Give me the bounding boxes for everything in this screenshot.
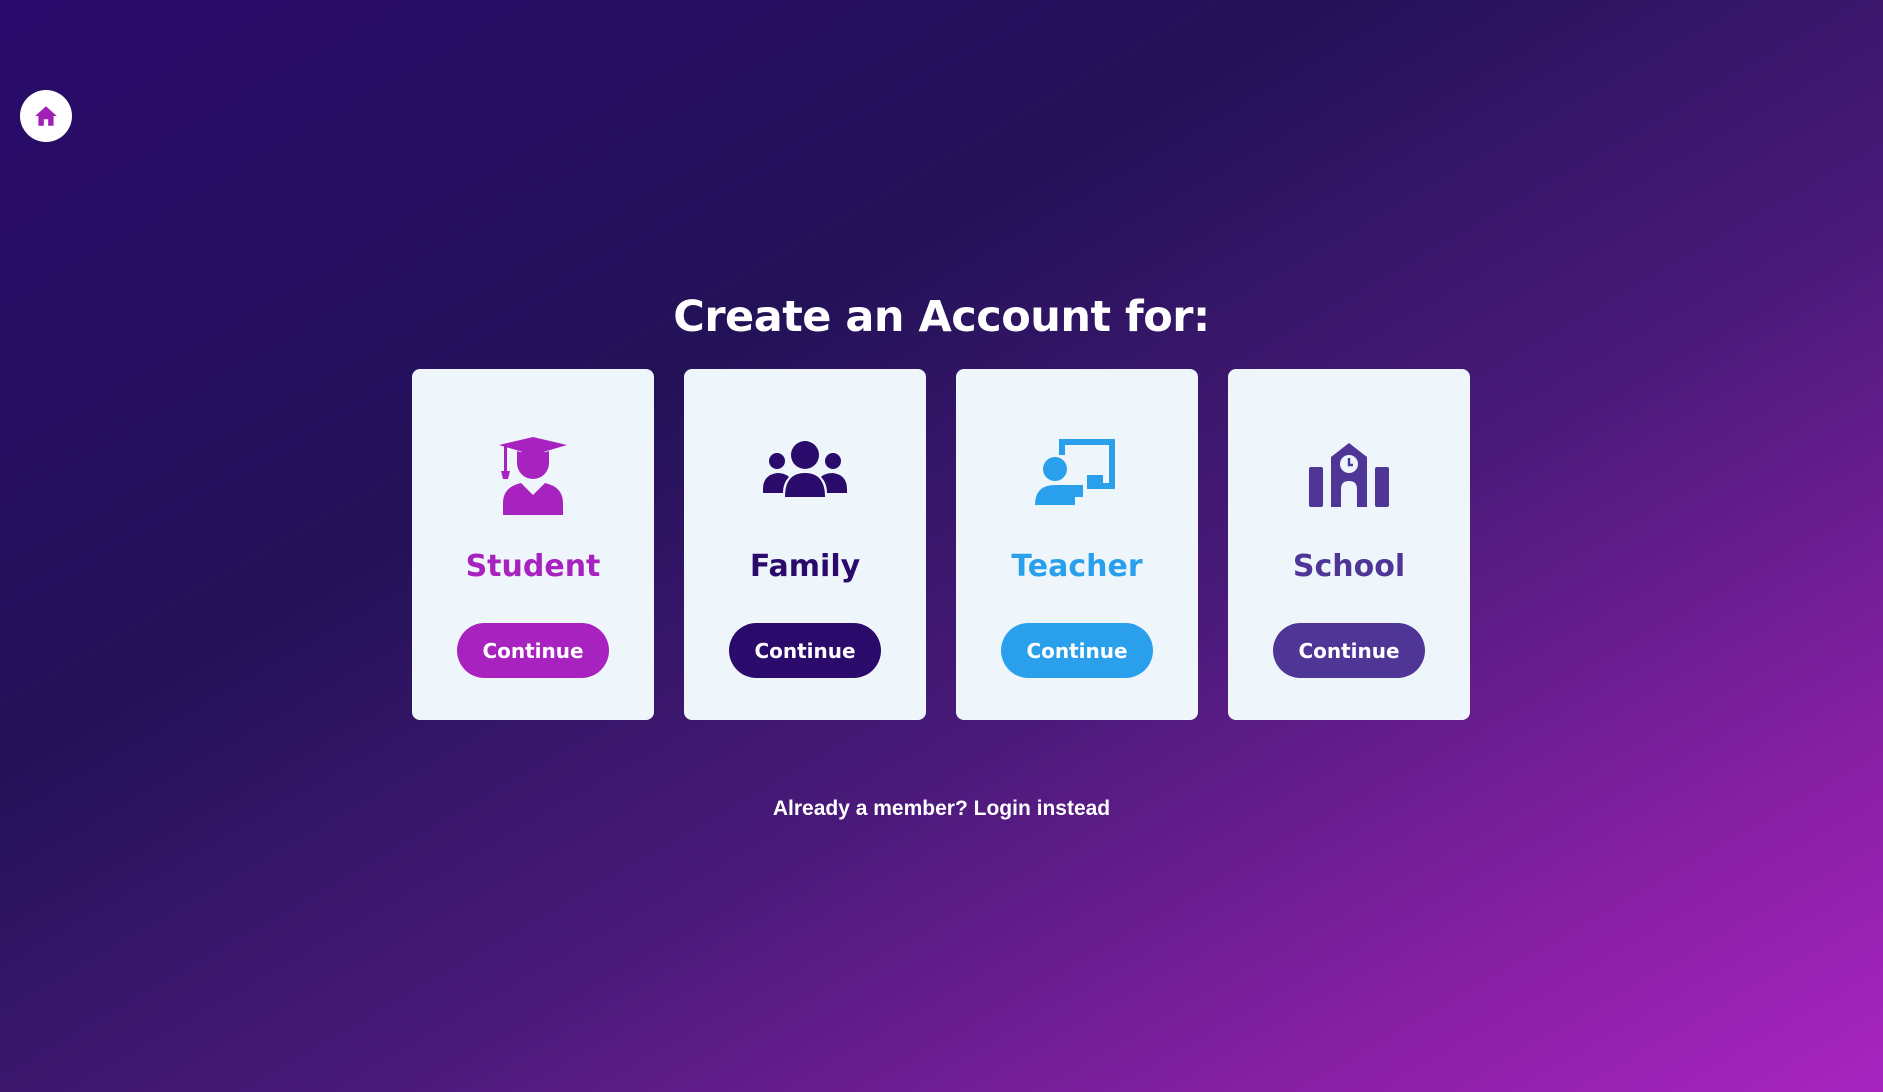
login-instead-link[interactable]: Login instead [974, 797, 1111, 820]
home-icon [35, 106, 57, 126]
already-member-text: Already a member? [772, 797, 968, 820]
family-continue-button[interactable]: Continue [729, 623, 881, 678]
card-title: Teacher [1011, 549, 1143, 584]
graduate-icon [491, 431, 575, 515]
card-family: Family Continue [684, 369, 926, 720]
family-icon [763, 431, 847, 515]
student-continue-button[interactable]: Continue [457, 623, 609, 678]
card-title: Student [465, 549, 601, 584]
card-title: Family [749, 549, 861, 584]
school-continue-button[interactable]: Continue [1273, 623, 1425, 678]
card-title: School [1292, 549, 1406, 584]
teacher-icon [1035, 431, 1119, 515]
card-teacher: Teacher Continue [956, 369, 1198, 720]
card-school: School Continue [1228, 369, 1470, 720]
home-button[interactable] [20, 90, 72, 142]
card-student: Student Continue [412, 369, 654, 720]
page-title: Create an Account for: [673, 292, 1210, 342]
account-type-cards: Student Continue Family Continue Teacher… [412, 369, 1470, 720]
login-prompt: Already a member? Login instead [0, 797, 1883, 821]
school-icon [1307, 431, 1391, 515]
teacher-continue-button[interactable]: Continue [1001, 623, 1153, 678]
